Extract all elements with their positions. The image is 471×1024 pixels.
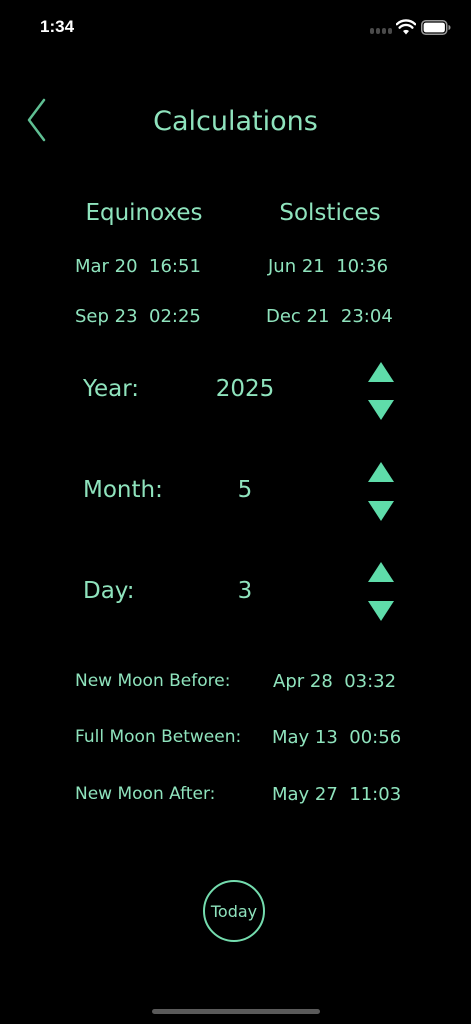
new-moon-after-value: May 27 11:03 (272, 784, 402, 805)
wifi-icon (396, 19, 416, 35)
arrow-down-icon (368, 601, 394, 621)
cellular-signal-icon (370, 28, 392, 34)
battery-icon (421, 20, 451, 35)
arrow-down-icon (368, 400, 394, 420)
month-label: Month: (83, 477, 163, 503)
day-decrement-button[interactable] (367, 600, 395, 622)
status-time: 1:34 (40, 17, 75, 36)
arrow-up-icon (368, 462, 394, 482)
year-decrement-button[interactable] (367, 399, 395, 421)
new-moon-after-label: New Moon After: (75, 784, 216, 804)
full-moon-between-label: Full Moon Between: (75, 727, 242, 747)
march-equinox-date: Mar 20 16:51 (75, 256, 201, 277)
today-button-label: Today (210, 901, 258, 921)
status-bar: 1:34 (0, 0, 471, 54)
new-moon-before-value: Apr 28 03:32 (273, 671, 397, 692)
day-label: Day: (83, 578, 135, 604)
equinoxes-header: Equinoxes (85, 200, 203, 226)
solstices-header: Solstices (279, 200, 381, 226)
home-indicator[interactable] (152, 1009, 320, 1014)
page-title: Calculations (153, 106, 318, 137)
year-increment-button[interactable] (367, 361, 395, 383)
month-decrement-button[interactable] (367, 500, 395, 522)
arrow-up-icon (368, 362, 394, 382)
month-value: 5 (237, 477, 253, 503)
today-button[interactable]: Today (203, 880, 265, 942)
june-solstice-date: Jun 21 10:36 (268, 256, 389, 277)
year-value: 2025 (215, 376, 275, 402)
new-moon-before-label: New Moon Before: (75, 671, 231, 691)
september-equinox-date: Sep 23 02:25 (75, 306, 201, 327)
day-increment-button[interactable] (367, 561, 395, 583)
month-increment-button[interactable] (367, 461, 395, 483)
full-moon-between-value: May 13 00:56 (272, 727, 402, 748)
day-value: 3 (237, 578, 253, 604)
year-label: Year: (83, 376, 140, 402)
arrow-up-icon (368, 562, 394, 582)
december-solstice-date: Dec 21 23:04 (266, 306, 393, 327)
arrow-down-icon (368, 501, 394, 521)
